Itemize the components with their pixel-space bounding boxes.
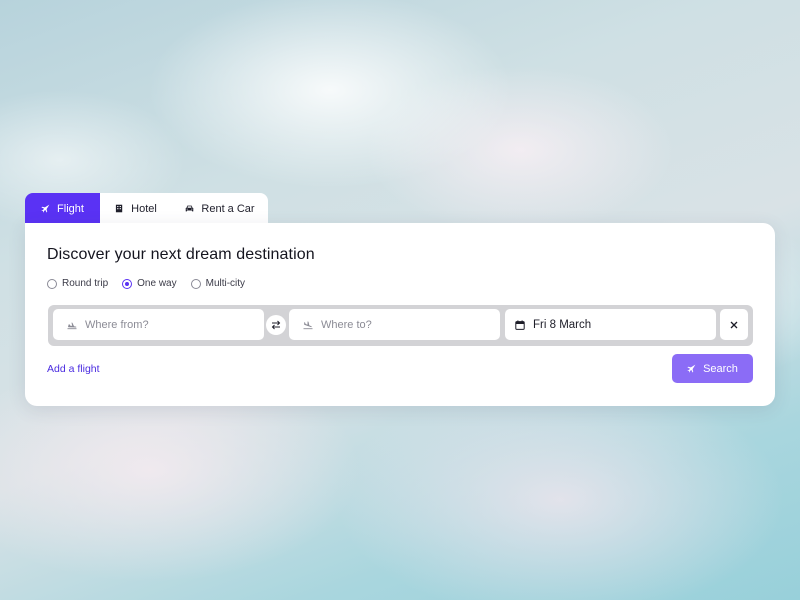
trip-type-label: Multi-city: [206, 278, 245, 289]
swap-button[interactable]: [266, 315, 286, 335]
origin-placeholder: Where from?: [85, 319, 149, 331]
swap-icon: [271, 320, 281, 330]
clear-button[interactable]: [720, 309, 748, 340]
trip-type-group: Round trip One way Multi-city: [47, 278, 245, 289]
car-icon: [185, 204, 194, 213]
trip-type-round-trip[interactable]: Round trip: [47, 278, 108, 289]
destination-placeholder: Where to?: [321, 319, 372, 331]
trip-type-multi-city[interactable]: Multi-city: [191, 278, 245, 289]
plane-icon: [687, 364, 696, 373]
add-flight-link[interactable]: Add a flight: [47, 363, 100, 375]
search-button[interactable]: Search: [672, 354, 753, 383]
tab-flight[interactable]: Flight: [25, 193, 100, 224]
radio-indicator: [47, 279, 57, 289]
page-title: Discover your next dream destination: [47, 246, 315, 264]
date-value: Fri 8 March: [533, 319, 591, 331]
radio-indicator: [191, 279, 201, 289]
destination-input[interactable]: Where to?: [289, 309, 500, 340]
flight-search-card: Discover your next dream destination Rou…: [25, 223, 775, 406]
radio-indicator: [122, 279, 132, 289]
tab-rent-a-car[interactable]: Rent a Car: [172, 193, 268, 224]
tab-hotel[interactable]: Hotel: [100, 193, 172, 224]
trip-type-one-way[interactable]: One way: [122, 278, 176, 289]
arrival-icon: [303, 320, 313, 330]
building-icon: [115, 204, 124, 213]
booking-tabs: Flight Hotel Rent a Car: [25, 193, 268, 224]
tab-rent-a-car-label: Rent a Car: [201, 203, 254, 215]
tab-hotel-label: Hotel: [131, 203, 157, 215]
date-picker[interactable]: Fri 8 March: [505, 309, 716, 340]
calendar-icon: [515, 320, 525, 330]
search-bar: Where from? Where to? Fri 8 March: [48, 305, 753, 346]
trip-type-label: Round trip: [62, 278, 108, 289]
close-icon: [730, 321, 738, 329]
origin-input[interactable]: Where from?: [53, 309, 264, 340]
plane-icon: [41, 204, 50, 213]
tab-flight-label: Flight: [57, 203, 84, 215]
departure-icon: [67, 320, 77, 330]
search-button-label: Search: [703, 363, 738, 375]
trip-type-label: One way: [137, 278, 176, 289]
